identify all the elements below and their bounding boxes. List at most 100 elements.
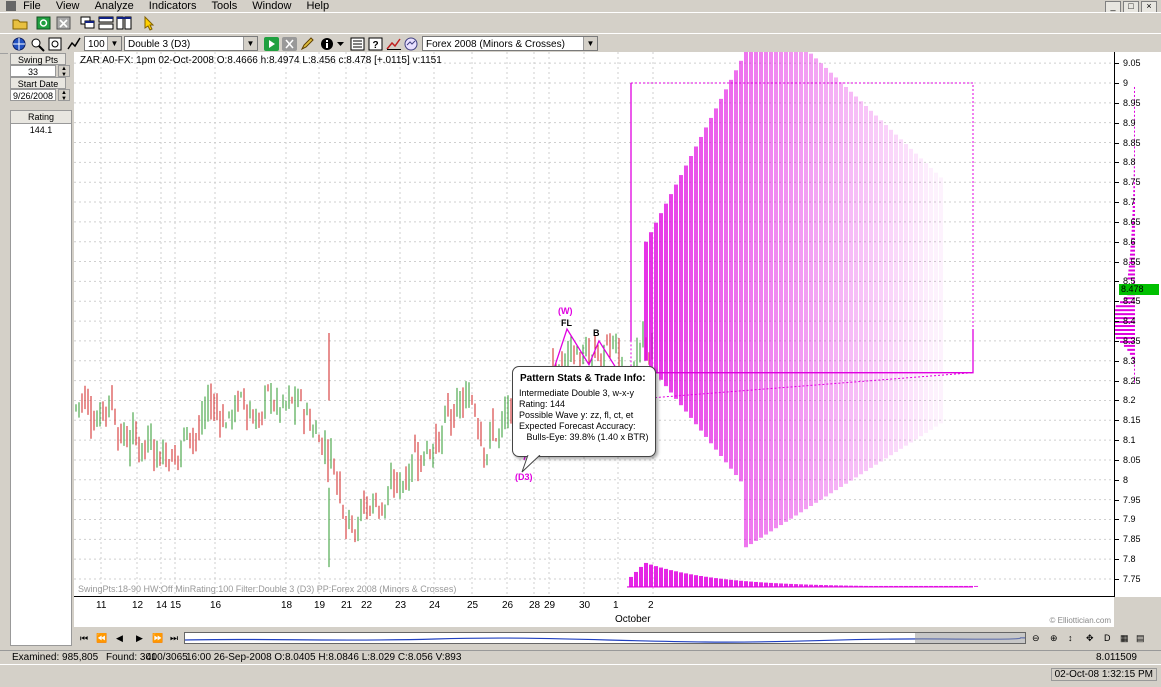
page-forward-button[interactable]: ⏩ <box>152 632 163 644</box>
zoom-in-icon[interactable]: ⊕ <box>1050 632 1058 644</box>
last-price-marker: 8.478 <box>1119 284 1159 296</box>
price-tick <box>1115 122 1119 124</box>
price-tick-label: 8.7 <box>1123 197 1136 208</box>
callout-line: Possible Wave y: zz, fl, ct, et <box>519 410 634 420</box>
tile-horizontal-icon[interactable] <box>96 14 116 32</box>
stop-icon[interactable] <box>54 14 74 32</box>
price-tick <box>1115 360 1119 362</box>
time-histogram-bar <box>684 573 688 587</box>
forecast-density-bar <box>679 175 683 406</box>
forecast-density-bar <box>799 44 803 513</box>
refresh-icon[interactable] <box>34 14 54 32</box>
info-dropdown-icon[interactable] <box>334 35 348 53</box>
zoom-fit-icon[interactable] <box>46 35 66 53</box>
time-tick-label: 14 <box>156 600 168 611</box>
time-axis[interactable]: 11 12 14 15 16 18 19 21 22 23 24 25 26 28 29 30 1 2 Octob… <box>74 596 1114 627</box>
pattern-select[interactable]: Double 3 (D3) ▼ <box>124 36 258 51</box>
callout-line: Bulls-Eye: 39.8% (1.40 x BTR) <box>519 432 649 442</box>
price-distribution-bar <box>1130 249 1135 252</box>
zoom-out-icon[interactable]: ⊖ <box>1032 632 1040 644</box>
tile-vertical-icon[interactable] <box>114 14 134 32</box>
time-histogram-bar <box>664 568 668 587</box>
globe-icon[interactable] <box>10 35 30 53</box>
pattern-stats-callout: Pattern Stats & Trade Info: Intermediate… <box>512 366 656 457</box>
forecast-density-bar <box>689 156 693 418</box>
rating-header: Rating <box>11 111 71 124</box>
forecast-density-bar <box>774 20 778 529</box>
wave-label-fl: FL <box>561 318 572 328</box>
forecast-density-bar <box>744 0 748 548</box>
palette-icon[interactable]: ▤ <box>1136 632 1145 644</box>
vertical-scale-icon[interactable]: ↕ <box>1068 632 1073 644</box>
price-tick <box>1115 519 1119 521</box>
open-folder-icon[interactable] <box>10 14 30 32</box>
forecast-profile-icon[interactable] <box>402 35 422 53</box>
forecast-density-bar <box>684 165 688 412</box>
chart-area[interactable] <box>74 0 1114 596</box>
overview-scrollbar[interactable] <box>184 632 1026 644</box>
grid-icon[interactable]: ▦ <box>1120 632 1129 644</box>
time-histogram-bar <box>974 585 978 587</box>
close-button[interactable]: × <box>1141 1 1157 12</box>
page-back-button[interactable]: ⏪ <box>96 632 107 644</box>
time-histogram-bar <box>764 582 768 587</box>
price-distribution-bar <box>1127 348 1135 351</box>
menu-analyze[interactable]: Analyze <box>95 1 134 12</box>
price-distribution-bar <box>1134 114 1135 117</box>
start-date-spinner[interactable]: ▲ ▼ <box>58 89 70 102</box>
restore-button[interactable]: □ <box>1123 1 1139 12</box>
help-icon[interactable]: ? <box>366 35 386 53</box>
start-date-input[interactable]: 9/26/2008 <box>10 89 56 101</box>
minimize-button[interactable]: _ <box>1105 1 1121 12</box>
zoom-icon[interactable] <box>28 35 48 53</box>
chart-wizard-icon[interactable] <box>384 35 404 53</box>
forecast-density-bar <box>769 15 773 532</box>
price-tick <box>1115 63 1119 65</box>
step-back-button[interactable]: ◀ <box>116 632 123 644</box>
time-tick-label: 15 <box>170 600 182 611</box>
time-tick-label: 28 <box>529 600 541 611</box>
price-distribution-bar <box>1127 273 1135 276</box>
menu-help[interactable]: Help <box>306 1 329 12</box>
d-icon[interactable]: D <box>1104 632 1111 644</box>
forecast-density-bar <box>839 82 843 487</box>
price-tick-label: 8.4 <box>1123 316 1136 327</box>
play-icon[interactable] <box>262 35 282 53</box>
price-tick-label: 8.1 <box>1123 435 1136 446</box>
forecast-density-bar <box>649 232 653 368</box>
forecast-density-bar <box>879 120 883 462</box>
pan-icon[interactable]: ✥ <box>1086 632 1094 644</box>
forecast-density-bar <box>674 184 678 399</box>
forecast-density-bar <box>934 172 938 427</box>
forecast-density-bar <box>844 86 848 484</box>
forecast-density-bar <box>909 148 913 443</box>
time-histogram-bar <box>714 578 718 587</box>
pencil-icon[interactable] <box>298 35 318 53</box>
price-axis[interactable]: 9.05 9 8.95 8.9 8.85 8.8 8.75 8.7 8.65 8.6 8.55 8.5… <box>1114 52 1161 597</box>
cancel-scan-icon[interactable] <box>280 35 300 53</box>
list-icon[interactable] <box>348 35 368 53</box>
swing-pts-input[interactable]: 33 <box>10 65 56 77</box>
cascade-windows-icon[interactable] <box>78 14 98 32</box>
zoom-select[interactable]: 100 ▼ <box>84 36 122 51</box>
step-forward-button[interactable]: ▶ <box>136 632 143 644</box>
price-tick <box>1115 479 1119 481</box>
svg-text:?: ? <box>373 40 379 51</box>
menu-window[interactable]: Window <box>252 1 291 12</box>
last-bar-button[interactable]: ⏭ <box>170 632 178 644</box>
price-tick <box>1115 340 1119 342</box>
rating-value[interactable]: 144.1 <box>11 124 71 137</box>
status-count: 400/3065 <box>146 652 188 663</box>
mdi-window-controls: _ □ × <box>1103 0 1157 12</box>
help-pointer-icon[interactable] <box>140 14 160 32</box>
menu-view[interactable]: View <box>56 1 80 12</box>
menu-tools[interactable]: Tools <box>212 1 238 12</box>
chart-type-icon[interactable] <box>64 35 84 53</box>
menu-indicators[interactable]: Indicators <box>149 1 197 12</box>
menu-file[interactable]: File <box>23 1 41 12</box>
first-bar-button[interactable]: ⏮ <box>80 632 88 644</box>
profile-select[interactable]: Forex 2008 (Minors & Crosses) ▼ <box>422 36 598 51</box>
forecast-density-bar <box>719 98 723 456</box>
swing-pts-spinner[interactable]: ▲ ▼ <box>58 65 70 78</box>
forecast-density-bar <box>644 241 648 361</box>
